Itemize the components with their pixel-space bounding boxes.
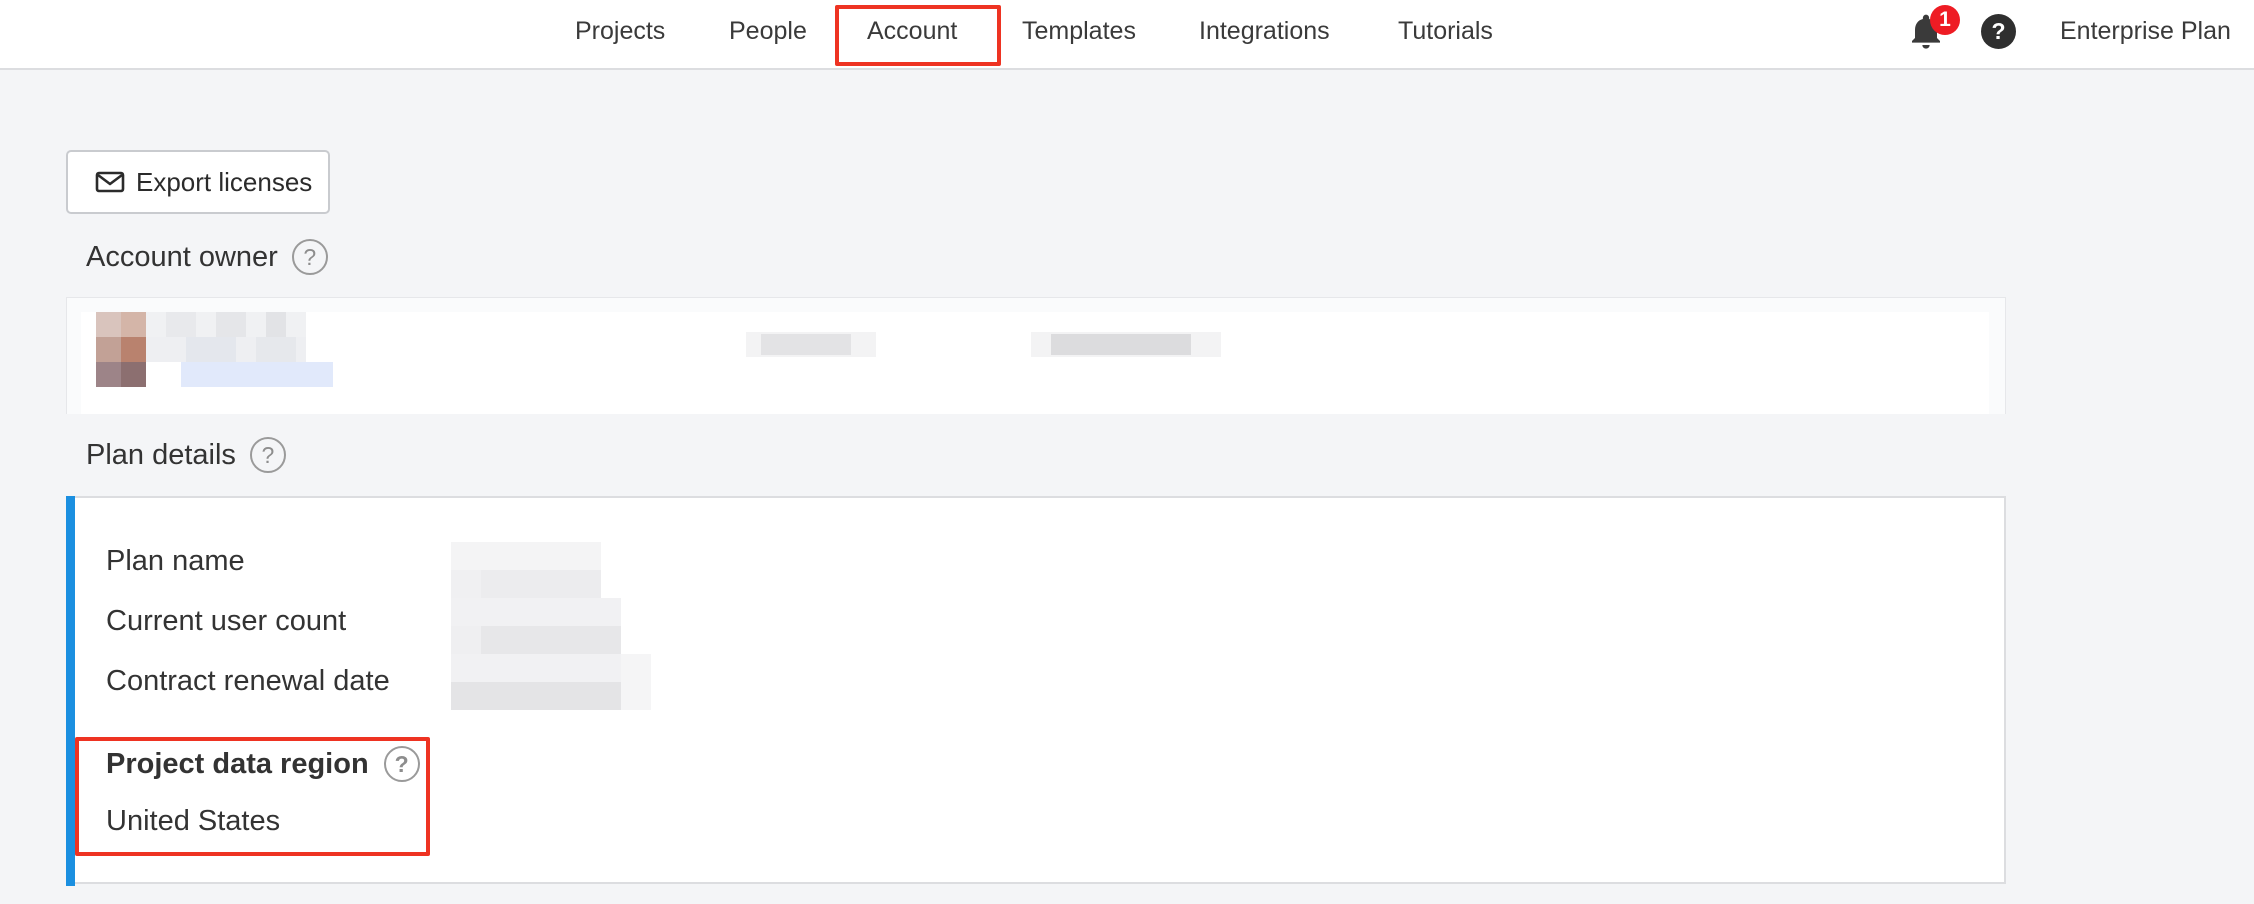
plan-values-blurred: [451, 542, 671, 712]
notification-count-badge: 1: [1930, 5, 1960, 35]
account-owner-row-content: [81, 312, 1989, 414]
mail-icon: [95, 170, 125, 194]
project-data-region-value: United States: [106, 805, 281, 837]
export-licenses-label: Export licenses: [136, 166, 313, 197]
owner-name-blurred: [146, 312, 306, 362]
plan-details-heading: Plan details ?: [86, 435, 286, 475]
active-tab-underline: [836, 62, 996, 65]
nav-integrations[interactable]: Integrations: [1199, 0, 1330, 62]
nav-account[interactable]: Account: [867, 0, 957, 62]
plan-details-card: Plan name Current user count Contract re…: [66, 496, 2006, 886]
plan-label[interactable]: Enterprise Plan: [2060, 0, 2231, 62]
plan-details-title: Plan details: [86, 438, 236, 471]
user-count-label: Current user count: [106, 605, 347, 637]
owner-field-blurred: [746, 332, 876, 357]
top-nav-bar: Projects People Account Templates Integr…: [0, 0, 2254, 70]
nav-templates[interactable]: Templates: [1022, 0, 1136, 62]
owner-email-blurred: [181, 362, 333, 387]
export-licenses-button[interactable]: Export licenses: [66, 150, 330, 214]
account-owner-heading: Account owner ?: [86, 237, 328, 277]
project-data-region-title: Project data region: [106, 747, 369, 780]
plan-details-help-icon[interactable]: ?: [249, 437, 286, 473]
owner-field-blurred-2: [1031, 332, 1221, 357]
project-data-region-help-icon[interactable]: ?: [383, 746, 420, 782]
nav-people[interactable]: People: [729, 0, 807, 62]
renewal-date-label: Contract renewal date: [106, 665, 390, 697]
plan-card-accent-bar: [66, 496, 75, 886]
account-owner-title: Account owner: [86, 240, 278, 273]
account-owner-row: [66, 297, 2006, 414]
nav-projects[interactable]: Projects: [575, 0, 665, 62]
account-owner-help-icon[interactable]: ?: [291, 239, 328, 275]
plan-name-label: Plan name: [106, 545, 245, 577]
help-icon[interactable]: ?: [1981, 14, 2016, 49]
avatar: [96, 312, 146, 387]
nav-tutorials[interactable]: Tutorials: [1398, 0, 1493, 62]
project-data-region-heading: Project data region ?: [106, 744, 420, 784]
